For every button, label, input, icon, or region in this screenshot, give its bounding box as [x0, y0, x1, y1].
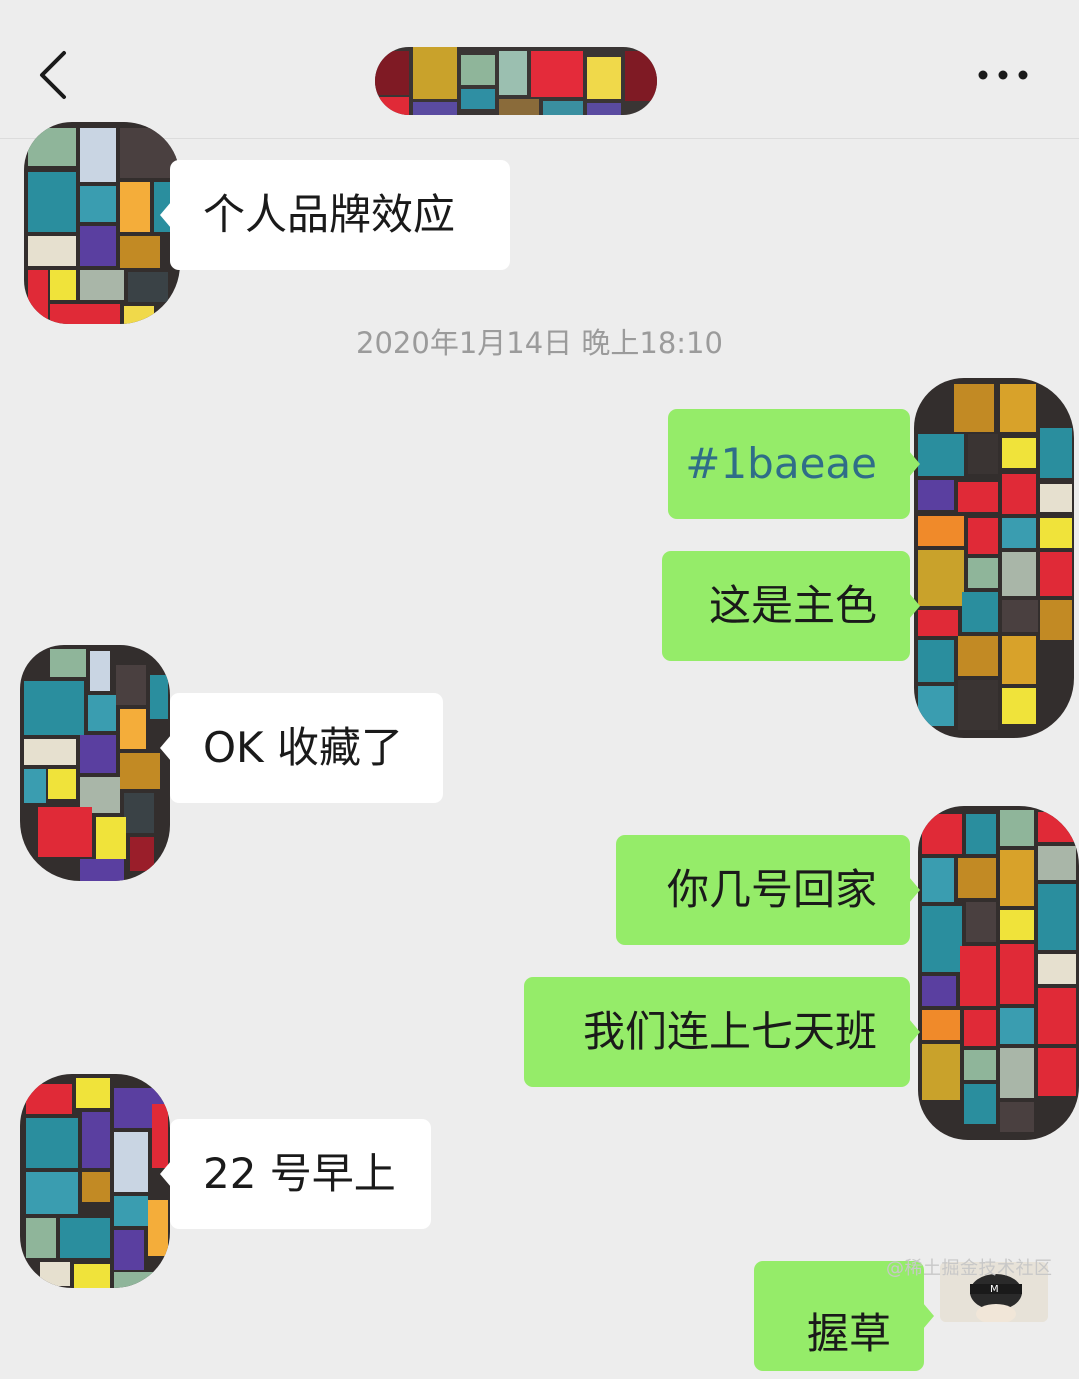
- message-text: 个人品牌效应: [203, 190, 456, 239]
- message-bubble-incoming[interactable]: 个人品牌效应: [160, 160, 510, 270]
- message-text: OK 收藏了: [203, 723, 403, 772]
- message-text: #1baeae: [685, 439, 877, 488]
- message-text: 我们连上七天班: [582, 1007, 877, 1056]
- contact-avatar-redacted[interactable]: [20, 645, 170, 881]
- chat-title-redacted: [375, 47, 657, 115]
- watermark: @稀土掘金技术社区: [886, 1258, 1053, 1279]
- message-text: 22 号早上: [203, 1149, 396, 1198]
- message-text: 你几号回家: [666, 865, 877, 914]
- message-bubble-outgoing[interactable]: 这是主色: [662, 551, 920, 661]
- message-text: 握草: [806, 1309, 891, 1358]
- message-text: 这是主色: [708, 581, 877, 630]
- self-avatar-redacted[interactable]: [918, 806, 1079, 1140]
- message-bubble-outgoing[interactable]: 我们连上七天班: [524, 977, 920, 1087]
- self-avatar-redacted[interactable]: [914, 378, 1074, 738]
- contact-avatar-redacted[interactable]: [24, 122, 180, 324]
- contact-avatar-redacted[interactable]: [20, 1074, 170, 1288]
- message-bubble-incoming[interactable]: 22 号早上: [160, 1119, 431, 1229]
- chevron-left-icon: [40, 51, 66, 99]
- message-bubble-incoming[interactable]: OK 收藏了: [160, 693, 443, 803]
- message-bubble-outgoing[interactable]: #1baeae: [668, 409, 920, 519]
- message-bubble-outgoing[interactable]: 你几号回家: [616, 835, 920, 945]
- back-button[interactable]: [30, 45, 80, 105]
- ellipsis-icon: [978, 70, 1028, 80]
- chat-header: [0, 0, 1079, 139]
- more-options-button[interactable]: [968, 55, 1038, 95]
- message-timestamp: 2020年1月14日 晚上18:10: [356, 326, 723, 360]
- svg-text:M: M: [990, 1284, 999, 1295]
